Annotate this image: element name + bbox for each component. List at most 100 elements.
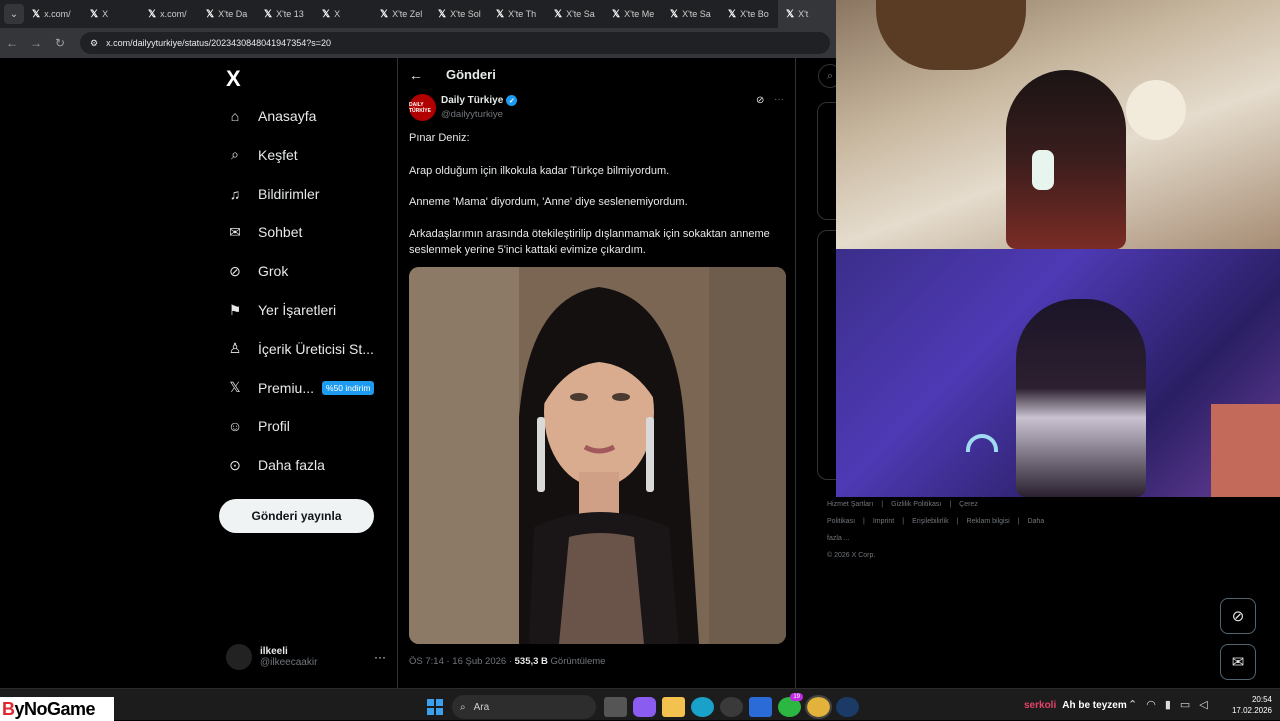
volume-icon[interactable]: ◁: [1199, 698, 1207, 711]
nav-item-2[interactable]: ⌕ Keşfet: [226, 140, 298, 170]
task-view-icon[interactable]: [604, 697, 627, 717]
premium-discount-badge: %50 indirim: [322, 380, 375, 395]
browser-tab[interactable]: 𝕏x.com/: [24, 0, 82, 28]
microphone-icon[interactable]: ▮: [1165, 698, 1171, 711]
network-icon[interactable]: ◠: [1146, 698, 1156, 711]
edge-icon[interactable]: [691, 697, 714, 717]
browser-tab[interactable]: 𝕏X: [314, 0, 372, 28]
browser-tab[interactable]: 𝕏 X'te Zel: [372, 0, 430, 28]
browser-tab[interactable]: 𝕏 X'te Me: [604, 0, 662, 28]
account-switcher[interactable]: ilkeeli @ilkeecaakir ···: [226, 641, 386, 673]
nav-item-8[interactable]: 𝕏 Premiu... %50 indirim: [226, 373, 375, 403]
tab-label: X't: [798, 9, 809, 19]
footer-link[interactable]: Erişilebilirlik: [912, 518, 949, 525]
footer-link[interactable]: Hizmet Şartları: [827, 501, 873, 508]
x-favicon-icon: 𝕏: [786, 8, 795, 20]
x-premium-icon: 𝕏: [229, 379, 241, 396]
browser-tab[interactable]: 𝕏x.com/: [140, 0, 198, 28]
messages-fab-button[interactable]: ✉: [1220, 644, 1256, 680]
tab-label: X'te Zel: [392, 9, 423, 19]
browser-tab[interactable]: 𝕏X: [82, 0, 140, 28]
taskbar-search[interactable]: ⌕ Ara: [452, 695, 596, 719]
webcam-overlay-top: [836, 0, 1280, 249]
nav-item-10[interactable]: ⊙ Daha fazla: [226, 450, 325, 480]
post-text-line: Arap olduğum için ilkokula kadar Türkçe …: [409, 165, 670, 177]
footer-link[interactable]: Gizlilik Politikası: [891, 501, 941, 508]
search-icon: ⌕: [460, 701, 466, 713]
file-explorer-icon[interactable]: [662, 697, 685, 717]
browser-tab[interactable]: 𝕏 X't: [778, 0, 836, 28]
nav-item-5[interactable]: ⊘ Grok: [226, 256, 288, 286]
page-title: Gönderi: [446, 67, 496, 82]
account-handle: @ilkeecaakir: [260, 657, 318, 668]
more-icon[interactable]: ···: [774, 94, 784, 105]
grok-icon[interactable]: ⊘: [756, 95, 764, 106]
forward-arrow-icon[interactable]: →: [24, 36, 48, 50]
tab-label: X: [102, 9, 109, 19]
nav-item-3[interactable]: ♫ Bildirimler: [226, 179, 320, 209]
x-favicon-icon: 𝕏: [322, 8, 331, 20]
lamp-shade: [1126, 80, 1186, 140]
footer-separator: |: [956, 518, 959, 525]
browser-tab[interactable]: 𝕏 X'te Th: [488, 0, 546, 28]
author-avatar[interactable]: DAILY TÜRKİYE: [409, 94, 436, 121]
x-favicon-icon: 𝕏: [554, 8, 563, 20]
taskbar-search-label: Ara: [473, 701, 490, 713]
x-favicon-icon: 𝕏: [670, 8, 679, 20]
browser-tab[interactable]: 𝕏 X'te Sa: [546, 0, 604, 28]
streamer-figure: [1006, 70, 1126, 249]
footer-link[interactable]: Imprint: [873, 518, 894, 525]
chat-message: Ah be teyzem: [1062, 700, 1127, 711]
store-icon[interactable]: [749, 697, 772, 717]
back-arrow-icon[interactable]: ←: [409, 67, 423, 83]
browser-tab[interactable]: 𝕏 X'te Sa: [662, 0, 720, 28]
grok-fab-button[interactable]: ⊘: [1220, 598, 1256, 634]
steam-icon[interactable]: [836, 697, 859, 717]
account-name: ilkeeli: [260, 646, 288, 657]
post-text-line: Anneme 'Mama' diyordum, 'Anne' diye sesl…: [409, 196, 688, 208]
microphone: [1032, 150, 1054, 190]
nav-item-7[interactable]: ♙ İçerik Üreticisi St...: [226, 334, 374, 364]
nav-item-9[interactable]: ☺ Profil: [226, 411, 290, 441]
tab-label: X'te Th: [508, 9, 537, 19]
post-button[interactable]: Gönderi yayınla: [219, 499, 374, 533]
footer-link[interactable]: Reklam bilgisi: [966, 518, 1009, 525]
tab-label: X'te Da: [218, 9, 248, 19]
post-text-line: Arkadaşlarımın arasında ötekileştirilip …: [409, 228, 770, 256]
nav-item-4[interactable]: ✉ Sohbet: [226, 217, 302, 247]
x-favicon-icon: 𝕏: [380, 8, 389, 20]
system-tray: ⌃ ◠ ▮ ▭ ◁: [1128, 698, 1208, 711]
nav-item-1[interactable]: ⌂ Anasayfa: [226, 101, 317, 131]
browser-tab[interactable]: 𝕏 X'te Sol: [430, 0, 488, 28]
browser-tab[interactable]: 𝕏 X'te Da: [198, 0, 256, 28]
whatsapp-icon[interactable]: 19: [778, 693, 803, 717]
display-icon[interactable]: ▭: [1180, 698, 1190, 711]
windows-start-icon[interactable]: [423, 697, 446, 717]
browser-tab[interactable]: 𝕏 X'te 13: [256, 0, 314, 28]
post-time[interactable]: ÖS 7:14 · 16 Şub 2026 ·: [409, 656, 515, 667]
reload-icon[interactable]: ↻: [48, 36, 72, 50]
footer-separator: |: [902, 518, 905, 525]
address-bar[interactable]: ⚙ x.com/dailyyturkiye/status/20234308480…: [80, 32, 830, 54]
browser-tab[interactable]: 𝕏 X'te Bo: [720, 0, 778, 28]
avatar: [226, 644, 252, 670]
nav-item-label: Bildirimler: [258, 185, 320, 202]
post-image[interactable]: [409, 267, 786, 644]
lamp-glow: [1211, 404, 1280, 497]
tab-label: X'te Sa: [566, 9, 595, 19]
site-info-icon[interactable]: ⚙: [90, 38, 98, 49]
tab-label: X'te 13: [276, 9, 304, 19]
nav-item-6[interactable]: ⚑ Yer İşaretleri: [226, 295, 336, 325]
tab-search-button[interactable]: ⌄: [4, 4, 24, 24]
chrome-icon[interactable]: [805, 695, 832, 719]
author-name-row[interactable]: Daily Türkiye ✓: [441, 95, 518, 106]
copyright: © 2026 X Corp.: [827, 552, 876, 559]
back-arrow-icon[interactable]: ←: [0, 36, 24, 50]
app-icon[interactable]: [720, 697, 743, 717]
wall-decoration: [876, 0, 1026, 70]
x-logo-icon[interactable]: X: [226, 66, 241, 92]
x-favicon-icon: 𝕏: [148, 8, 157, 20]
copilot-icon[interactable]: [633, 697, 656, 717]
clock[interactable]: 20:54 17.02.2026: [1228, 694, 1272, 716]
chevron-up-icon[interactable]: ⌃: [1128, 698, 1137, 711]
